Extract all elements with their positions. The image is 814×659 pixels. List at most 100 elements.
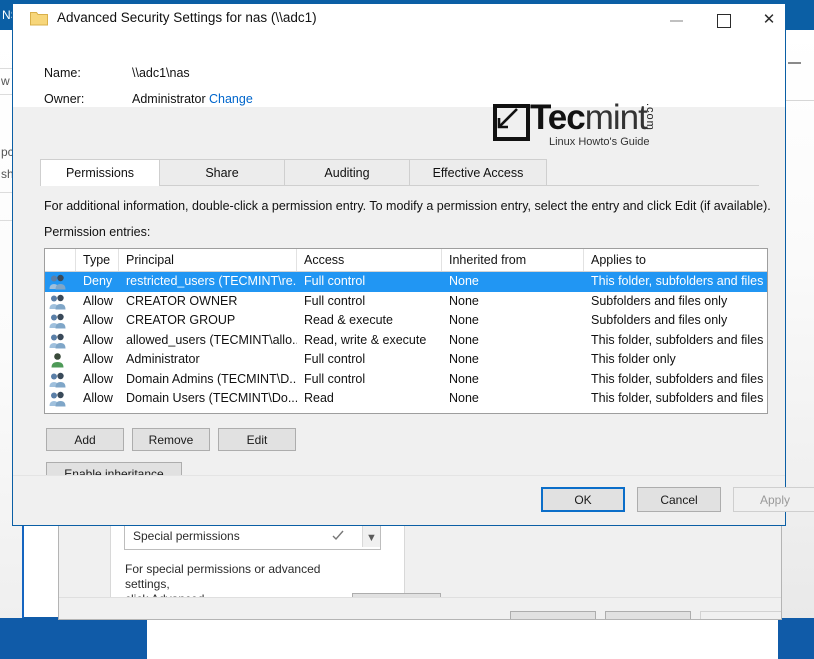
table-header-row: Type Principal Access Inherited from App…	[45, 249, 767, 272]
cell-type: Allow	[76, 370, 119, 390]
minimize-icon[interactable]	[788, 62, 801, 64]
group-icon	[49, 274, 66, 290]
cell-applies-to: Subfolders and files only	[584, 311, 765, 331]
group-icon	[49, 372, 66, 388]
tab-share[interactable]: Share	[159, 159, 285, 186]
table-row[interactable]: AllowCREATOR GROUPRead & executeNoneSubf…	[45, 311, 767, 331]
tecmint-wordmark: Tecmint	[530, 97, 647, 139]
remove-button[interactable]: Remove	[132, 428, 210, 451]
permission-entries-table[interactable]: Type Principal Access Inherited from App…	[44, 248, 768, 414]
group-icon	[49, 333, 66, 349]
cell-type: Allow	[76, 350, 119, 370]
cell-access: Full control	[297, 350, 442, 370]
cell-principal: CREATOR GROUP	[119, 311, 297, 331]
permission-entries-label: Permission entries:	[44, 225, 150, 239]
cell-principal: CREATOR OWNER	[119, 292, 297, 312]
cell-applies-to: This folder, subfolders and files	[584, 370, 765, 390]
info-text: For additional information, double-click…	[44, 199, 771, 213]
cell-access: Full control	[297, 292, 442, 312]
cell-access: Full control	[297, 370, 442, 390]
hint-line-1: For special permissions or advanced sett…	[125, 562, 325, 592]
table-row[interactable]: AllowAdministratorFull controlNoneThis f…	[45, 350, 767, 370]
column-header-principal[interactable]: Principal	[119, 249, 297, 271]
cell-inherited-from: None	[442, 389, 584, 409]
cell-access: Read	[297, 389, 442, 409]
column-header-inherited-from[interactable]: Inherited from	[442, 249, 584, 271]
owner-label: Owner:	[44, 92, 84, 106]
cell-applies-to: This folder, subfolders and files	[584, 389, 765, 409]
owner-value: Administrator	[132, 92, 206, 106]
table-row[interactable]: Allowallowed_users (TECMINT\allo...Read,…	[45, 331, 767, 351]
tab-bar[interactable]: Permissions Share Auditing Effective Acc…	[40, 159, 546, 186]
cell-principal: Administrator	[119, 350, 297, 370]
maximize-button[interactable]	[700, 4, 746, 35]
table-row[interactable]: AllowDomain Users (TECMINT\Do...ReadNone…	[45, 389, 767, 409]
right-window-body	[782, 30, 814, 618]
cell-inherited-from: None	[442, 272, 584, 292]
cell-inherited-from: None	[442, 350, 584, 370]
edit-button[interactable]: Edit	[218, 428, 296, 451]
tab-effective-access[interactable]: Effective Access	[409, 159, 547, 186]
cell-applies-to: Subfolders and files only	[584, 292, 765, 312]
ok-button[interactable]: OK	[541, 487, 625, 512]
column-header-applies-to[interactable]: Applies to	[584, 249, 765, 271]
cell-principal: Domain Admins (TECMINT\D...	[119, 370, 297, 390]
column-header-access[interactable]: Access	[297, 249, 442, 271]
add-button[interactable]: Add	[46, 428, 124, 451]
checkmark-icon	[332, 529, 344, 541]
cell-access: Read, write & execute	[297, 331, 442, 351]
cancel-button[interactable]: Cancel	[637, 487, 721, 512]
ok-button[interactable]: OK	[510, 611, 596, 620]
cell-type: Allow	[76, 389, 119, 409]
logo-dotcom: .com	[644, 103, 656, 131]
tecmint-logo: Tecmint .com Linux Howto's Guide	[480, 99, 680, 151]
minimize-icon	[670, 20, 683, 22]
table-row[interactable]: AllowCREATOR OWNERFull controlNoneSubfol…	[45, 292, 767, 312]
desktop-wallpaper-left	[0, 617, 147, 659]
group-icon	[49, 313, 66, 329]
apply-button: Apply	[700, 611, 782, 620]
close-button[interactable]: ✕	[746, 4, 792, 35]
cell-access: Read & execute	[297, 311, 442, 331]
dialog-footer: OK Cancel Apply	[13, 475, 785, 524]
cell-inherited-from: None	[442, 311, 584, 331]
tab-auditing[interactable]: Auditing	[284, 159, 410, 186]
cell-principal: restricted_users (TECMINT\re...	[119, 272, 297, 292]
dialog-titlebar[interactable]: Advanced Security Settings for nas (\\ad…	[13, 1, 785, 39]
cell-inherited-from: None	[442, 292, 584, 312]
cancel-button[interactable]: Cancel	[605, 611, 691, 620]
folder-icon	[30, 11, 48, 26]
user-icon	[49, 352, 66, 368]
right-window-divider	[782, 100, 814, 101]
desktop-wallpaper-right	[778, 617, 814, 659]
dialog-body: Name: \\adc1\nas Owner: Administrator Ch…	[13, 39, 785, 524]
close-icon: ✕	[746, 4, 792, 35]
cell-principal: Domain Users (TECMINT\Do...	[119, 389, 297, 409]
tab-permissions[interactable]: Permissions	[40, 159, 160, 186]
cell-applies-to: This folder, subfolders and files	[584, 331, 765, 351]
logo-text-light: mint	[585, 98, 647, 137]
cell-inherited-from: None	[442, 370, 584, 390]
group-icon	[49, 294, 66, 310]
advanced-security-settings-dialog[interactable]: Advanced Security Settings for nas (\\ad…	[12, 0, 786, 526]
properties-footer: OK Cancel Apply	[59, 597, 781, 620]
dialog-header-panel: Name: \\adc1\nas Owner: Administrator Ch…	[13, 39, 785, 107]
minimize-button[interactable]	[654, 4, 700, 35]
name-label: Name:	[44, 66, 81, 80]
permission-label: Special permissions	[133, 529, 240, 543]
column-header-type[interactable]: Type	[76, 249, 119, 271]
table-row[interactable]: Denyrestricted_users (TECMINT\re...Full …	[45, 272, 767, 292]
cell-type: Allow	[76, 331, 119, 351]
column-header-icon	[45, 249, 76, 271]
list-item[interactable]: Special permissions	[125, 525, 380, 547]
tecmint-arrow-icon	[493, 104, 530, 141]
apply-button: Apply	[733, 487, 814, 512]
cell-access: Full control	[297, 272, 442, 292]
cell-type: Deny	[76, 272, 119, 292]
maximize-icon	[717, 14, 731, 28]
group-icon	[49, 391, 66, 407]
chevron-down-icon[interactable]: ▼	[363, 530, 380, 547]
change-owner-link[interactable]: Change	[209, 92, 253, 106]
dialog-title: Advanced Security Settings for nas (\\ad…	[57, 10, 317, 25]
table-row[interactable]: AllowDomain Admins (TECMINT\D...Full con…	[45, 370, 767, 390]
